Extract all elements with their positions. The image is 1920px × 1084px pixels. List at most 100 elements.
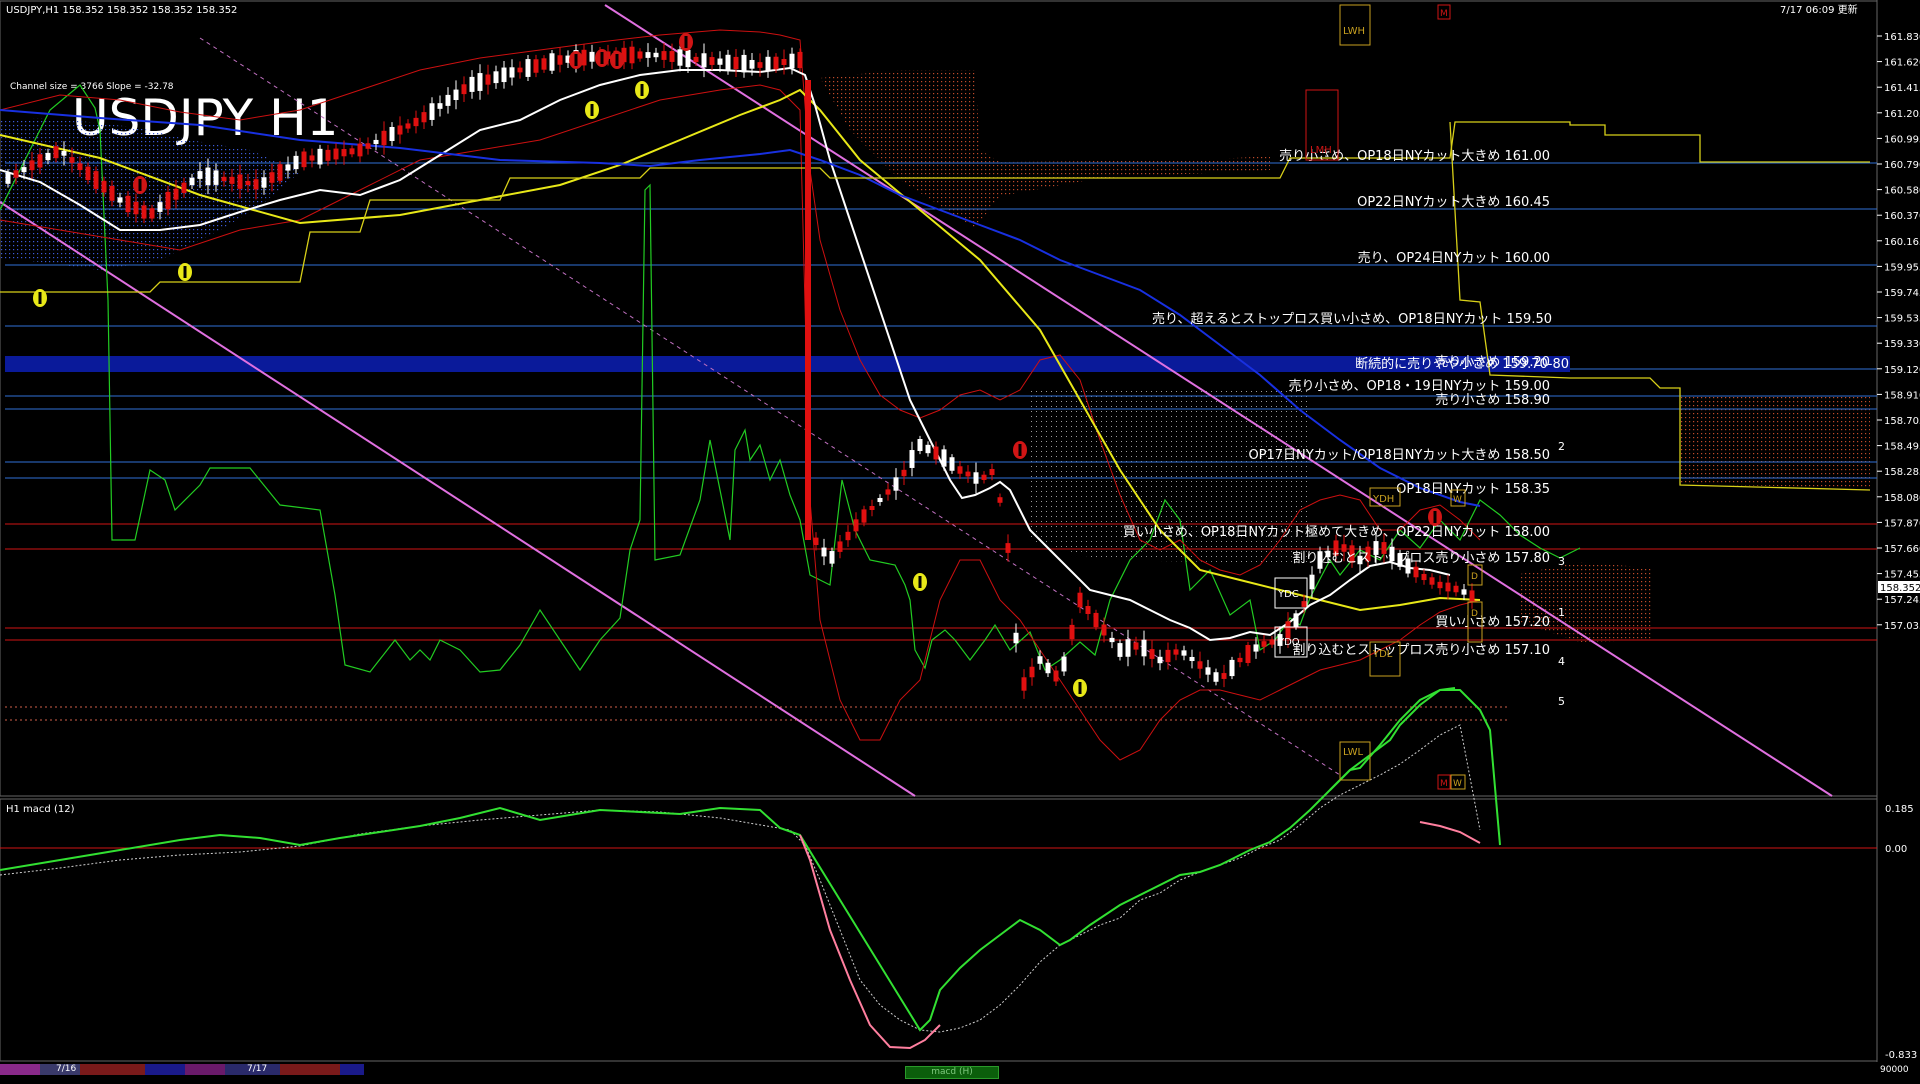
- candle-body[interactable]: [1213, 672, 1219, 682]
- candle-body[interactable]: [165, 191, 171, 210]
- price-axis[interactable]: 161.830 161.620 161.415 161.205 160.995 160.7…: [1877, 32, 1920, 632]
- candle-body[interactable]: [877, 497, 883, 503]
- candle-body[interactable]: [517, 67, 523, 73]
- candle-body[interactable]: [221, 176, 227, 182]
- candle-body[interactable]: [149, 208, 155, 219]
- candle-body[interactable]: [1141, 639, 1147, 657]
- candle-body[interactable]: [685, 49, 691, 68]
- candle-body[interactable]: [549, 53, 555, 71]
- candle-body[interactable]: [189, 177, 195, 186]
- candle-body[interactable]: [485, 74, 491, 85]
- candle-body[interactable]: [765, 56, 771, 72]
- candle-body[interactable]: [69, 157, 75, 163]
- candle-body[interactable]: [885, 489, 891, 495]
- candle-body[interactable]: [925, 444, 931, 454]
- candle-body[interactable]: [389, 126, 395, 142]
- candle-body[interactable]: [941, 449, 947, 467]
- box-lwh[interactable]: [1339, 4, 1371, 46]
- candle-body[interactable]: [1461, 589, 1467, 595]
- candle-body[interactable]: [1253, 644, 1259, 652]
- candle-body[interactable]: [437, 103, 443, 109]
- candle-body[interactable]: [1469, 590, 1475, 602]
- candle-body[interactable]: [117, 197, 123, 203]
- candle-body[interactable]: [781, 59, 787, 65]
- candle-body[interactable]: [645, 52, 651, 58]
- candle-body[interactable]: [525, 59, 531, 77]
- candle-body[interactable]: [869, 505, 875, 511]
- candle-body[interactable]: [1149, 649, 1155, 659]
- candle-body[interactable]: [949, 457, 955, 471]
- candle-body[interactable]: [269, 172, 275, 183]
- candle-body[interactable]: [1069, 624, 1075, 640]
- candle-body[interactable]: [1037, 656, 1043, 664]
- candle-body[interactable]: [909, 450, 915, 468]
- candle-body[interactable]: [413, 117, 419, 127]
- candle-body[interactable]: [1197, 661, 1203, 669]
- candle-body[interactable]: [1077, 592, 1083, 608]
- candle-body[interactable]: [261, 177, 267, 188]
- candle-body[interactable]: [1437, 581, 1443, 589]
- candle-body[interactable]: [309, 155, 315, 161]
- candle-body[interactable]: [845, 531, 851, 541]
- candle-body[interactable]: [1045, 662, 1051, 674]
- macd-tab[interactable]: macd (H): [905, 1066, 999, 1079]
- candle-body[interactable]: [1301, 601, 1307, 607]
- candle-body[interactable]: [1421, 573, 1427, 581]
- candle-body[interactable]: [61, 150, 67, 156]
- candle-body[interactable]: [1029, 666, 1035, 678]
- candle-body[interactable]: [253, 179, 259, 190]
- candle-body[interactable]: [245, 180, 251, 186]
- candle-body[interactable]: [93, 171, 99, 189]
- candle-body[interactable]: [733, 56, 739, 70]
- candle-body[interactable]: [21, 167, 27, 173]
- candle-body[interactable]: [981, 474, 987, 480]
- candle-body[interactable]: [1261, 641, 1267, 647]
- candle-body[interactable]: [1005, 543, 1011, 553]
- candle-body[interactable]: [293, 155, 299, 170]
- candle-body[interactable]: [1013, 632, 1019, 644]
- candle-body[interactable]: [125, 195, 131, 213]
- candle-body[interactable]: [589, 51, 595, 62]
- candle-body[interactable]: [101, 180, 107, 193]
- candle-body[interactable]: [1125, 639, 1131, 657]
- candle-body[interactable]: [381, 130, 387, 146]
- candle-body[interactable]: [717, 58, 723, 65]
- candle-body[interactable]: [773, 56, 779, 70]
- candle-body[interactable]: [1117, 643, 1123, 657]
- candle-body[interactable]: [213, 170, 219, 185]
- candle-body[interactable]: [693, 56, 699, 63]
- candle-body[interactable]: [917, 439, 923, 451]
- candle-body[interactable]: [1293, 613, 1299, 627]
- candle-body[interactable]: [429, 103, 435, 120]
- candle-body[interactable]: [1309, 574, 1315, 590]
- candle-body[interactable]: [397, 125, 403, 135]
- candle-body[interactable]: [501, 67, 507, 83]
- candle-body[interactable]: [813, 537, 819, 546]
- candle-body[interactable]: [1205, 667, 1211, 675]
- candle-body[interactable]: [1173, 649, 1179, 655]
- candle-body[interactable]: [989, 468, 995, 476]
- candle-body[interactable]: [701, 53, 707, 68]
- candle-body[interactable]: [141, 205, 147, 219]
- candle-body[interactable]: [973, 472, 979, 484]
- candle-body[interactable]: [205, 167, 211, 186]
- candle-body[interactable]: [365, 143, 371, 149]
- candle-body[interactable]: [789, 53, 795, 69]
- candle-body[interactable]: [933, 446, 939, 460]
- candle-body[interactable]: [333, 148, 339, 160]
- chart-window[interactable]: USDJPY,H1 158.352 158.352 158.352 158.35…: [0, 0, 1920, 1080]
- candle-body[interactable]: [509, 67, 515, 78]
- candle-body[interactable]: [725, 54, 731, 70]
- candle-body[interactable]: [1181, 650, 1187, 656]
- candle-body[interactable]: [1021, 677, 1027, 691]
- candle-body[interactable]: [45, 152, 51, 161]
- candle-body[interactable]: [157, 202, 163, 212]
- candle-body[interactable]: [1157, 656, 1163, 664]
- candle-body[interactable]: [637, 51, 643, 59]
- candle-body[interactable]: [493, 71, 499, 84]
- candle-body[interactable]: [749, 59, 755, 69]
- candle-body[interactable]: [533, 59, 539, 73]
- candle-body[interactable]: [1245, 645, 1251, 663]
- candle-body[interactable]: [85, 166, 91, 181]
- candle-body[interactable]: [29, 160, 35, 171]
